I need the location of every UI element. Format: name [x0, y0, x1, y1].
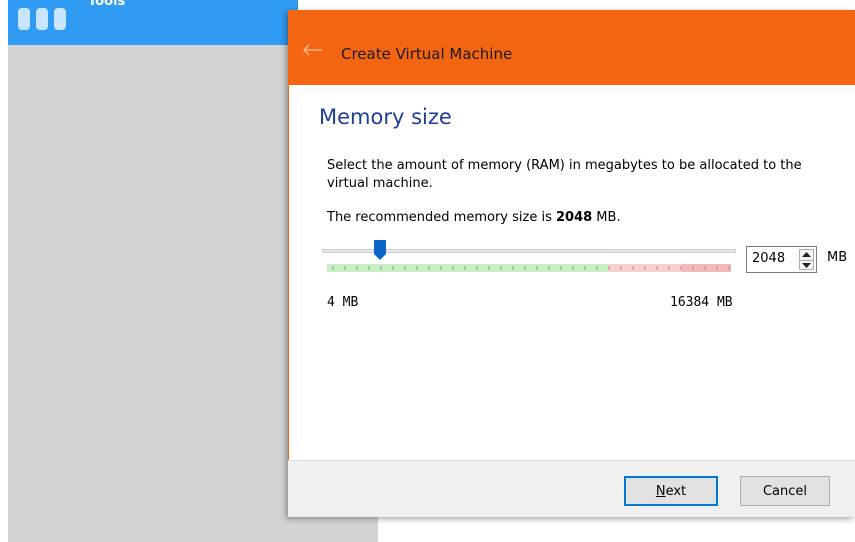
dialog-title-bar: Create Virtual Machine [288, 10, 855, 85]
tools-icon[interactable] [18, 6, 70, 30]
caret-up-icon [802, 252, 811, 257]
scale-min-label: 4 MB [327, 295, 359, 310]
scale-max-label: 16384 MB [670, 295, 733, 310]
dialog-border [288, 85, 289, 517]
create-vm-dialog: Create Virtual Machine Memory size Selec… [288, 10, 855, 517]
spin-down-button[interactable] [800, 260, 813, 270]
recommend-prefix: The recommended memory size is [327, 210, 556, 225]
recommended-memory-text: The recommended memory size is 2048 MB. [327, 210, 621, 225]
page-heading: Memory size [319, 105, 452, 129]
memory-spinbox[interactable]: 2048 [746, 246, 817, 273]
memory-spinbox-value[interactable]: 2048 [752, 251, 785, 266]
tools-label[interactable]: Tools [88, 0, 125, 9]
recommend-value: 2048 [555, 210, 593, 225]
next-button[interactable]: Next [624, 476, 718, 506]
memory-slider-thumb[interactable] [374, 240, 386, 260]
page-description: Select the amount of memory (RAM) in meg… [327, 158, 802, 191]
memory-unit-label: MB [827, 250, 848, 265]
dialog-footer: Next Cancel [288, 460, 855, 517]
dialog-title: Create Virtual Machine [341, 45, 513, 63]
recommend-suffix: MB. [592, 210, 621, 225]
cancel-button[interactable]: Cancel [740, 476, 830, 506]
next-mnemonic: N [655, 483, 666, 499]
spin-buttons [799, 249, 814, 270]
caret-down-icon [802, 263, 811, 268]
next-label: ext [665, 483, 687, 499]
memory-scale-bar [327, 264, 731, 272]
back-arrow-icon[interactable] [302, 44, 324, 56]
spin-up-button[interactable] [800, 250, 813, 259]
manager-top-bar: Tools [8, 0, 298, 45]
